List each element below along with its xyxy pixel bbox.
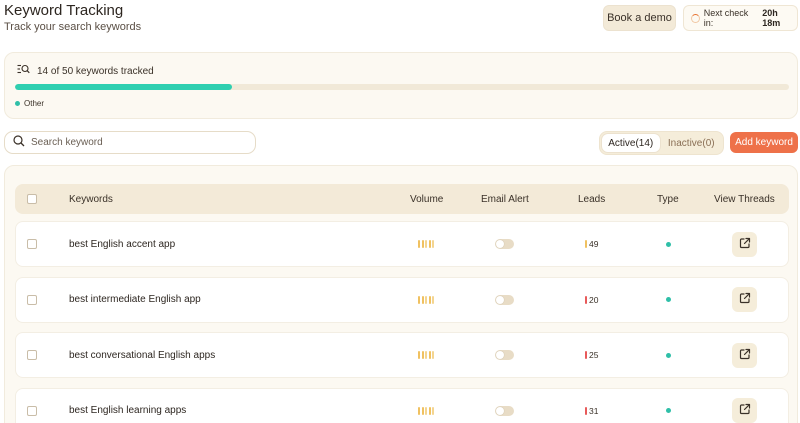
leads-bar — [585, 295, 587, 304]
leads-bar — [585, 351, 587, 359]
email-alert-toggle[interactable] — [495, 405, 514, 416]
view-threads-button[interactable] — [732, 231, 757, 257]
external-link-icon — [739, 403, 751, 418]
external-link-icon — [739, 292, 751, 307]
loading-spinner-icon — [691, 13, 700, 23]
table-row: best conversational English apps 25 — [15, 332, 789, 378]
leads-value: 20 — [589, 294, 599, 305]
row-checkbox[interactable] — [27, 239, 37, 249]
leads-bar — [585, 406, 587, 415]
usage-card: 14 of 50 keywords tracked Other — [4, 52, 798, 119]
page-title: Keyword Tracking — [4, 2, 124, 19]
column-leads[interactable]: Leads — [578, 184, 605, 214]
usage-progress-fill — [15, 84, 232, 90]
view-threads-button[interactable] — [732, 287, 757, 312]
table-row: best English accent app 49 — [15, 221, 789, 267]
column-view-threads: View Threads — [714, 193, 775, 205]
usage-legend: Other — [15, 99, 44, 108]
view-threads-button[interactable] — [732, 398, 757, 423]
row-checkbox[interactable] — [27, 294, 37, 305]
email-alert-toggle[interactable] — [495, 350, 514, 360]
leads-count: 20 — [585, 295, 598, 305]
view-threads-button[interactable] — [732, 342, 757, 368]
column-email-alert: Email Alert — [481, 193, 529, 205]
row-checkbox[interactable] — [27, 350, 37, 360]
legend-label: Other — [24, 99, 45, 108]
volume-indicator — [418, 351, 434, 359]
external-link-icon — [739, 237, 751, 252]
legend-dot — [15, 101, 20, 106]
tab-active[interactable]: Active(14) — [602, 134, 660, 152]
table-row: best English learning apps 31 — [15, 387, 789, 423]
volume-indicator — [418, 295, 434, 304]
leads-count: 25 — [585, 350, 598, 360]
type-indicator — [666, 241, 671, 247]
type-indicator — [666, 352, 671, 358]
email-alert-toggle[interactable] — [495, 239, 514, 249]
keyword-text: best intermediate English app — [69, 294, 201, 305]
next-check-label: Next check in: — [703, 8, 749, 28]
usage-summary: 14 of 50 keywords tracked — [37, 65, 154, 77]
leads-bar — [585, 240, 587, 248]
usage-header: 14 of 50 keywords tracked — [17, 64, 154, 78]
leads-value: 25 — [589, 350, 599, 360]
column-volume[interactable]: Volume — [410, 184, 443, 214]
email-alert-toggle[interactable] — [495, 294, 514, 305]
next-check-value: 20h 18m — [762, 8, 781, 28]
book-demo-button[interactable]: Book a demo — [603, 5, 676, 31]
status-filter: Active(14) Inactive(0) — [599, 131, 724, 155]
next-check-badge: Next check in: 20h 18m — [683, 5, 798, 31]
table-row: best intermediate English app 20 — [15, 276, 789, 323]
volume-indicator — [418, 240, 434, 248]
page-subtitle: Track your search keywords — [4, 21, 142, 33]
volume-indicator — [418, 406, 434, 415]
keywords-table: Keywords Volume Email Alert Leads Type V… — [4, 165, 798, 423]
column-type: Type — [657, 193, 679, 205]
leads-value: 31 — [589, 405, 599, 416]
leads-count: 31 — [585, 406, 598, 416]
keyword-text: best English learning apps — [69, 405, 187, 416]
leads-count: 49 — [585, 239, 598, 249]
add-keyword-button[interactable]: Add keyword — [730, 132, 798, 153]
select-all-checkbox[interactable] — [27, 194, 37, 204]
type-indicator — [666, 297, 671, 302]
usage-progress-bar — [15, 84, 789, 90]
keyword-text: best conversational English apps — [69, 349, 216, 361]
search-box[interactable] — [4, 131, 256, 154]
column-keywords[interactable]: Keywords — [69, 184, 113, 214]
tab-inactive[interactable]: Inactive(0) — [662, 134, 721, 152]
external-link-icon — [739, 348, 751, 363]
search-icon — [13, 134, 25, 152]
leads-value: 49 — [589, 239, 599, 249]
row-checkbox[interactable] — [27, 405, 37, 416]
search-input[interactable] — [31, 137, 241, 148]
keyword-text: best English accent app — [69, 238, 176, 250]
list-search-icon — [17, 64, 30, 78]
type-indicator — [666, 408, 671, 413]
table-header: Keywords Volume Email Alert Leads Type V… — [15, 184, 789, 214]
